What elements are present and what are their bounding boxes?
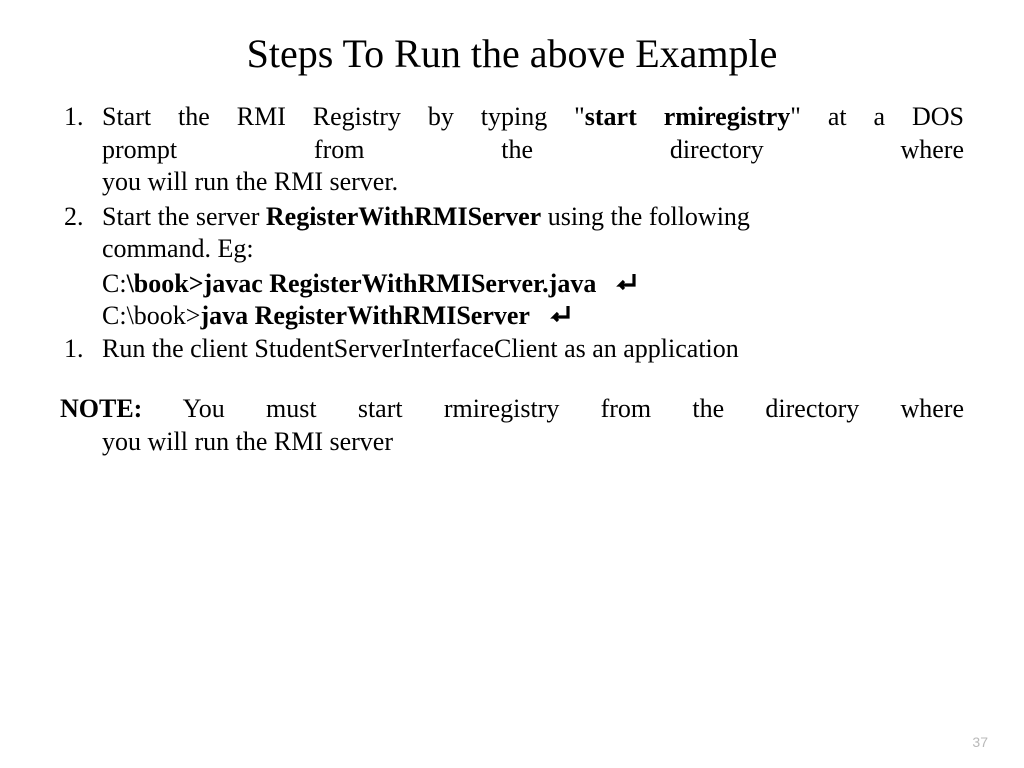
line: prompt from the directory where bbox=[102, 134, 964, 167]
list-number: 1. bbox=[60, 101, 102, 199]
text: Start the server bbox=[102, 202, 266, 231]
command-text: C:\book>java RegisterWithRMIServer bbox=[102, 300, 530, 333]
list-item-3: 1. Run the client StudentServerInterface… bbox=[60, 333, 964, 366]
list-body: Start the RMI Registry by typing "start … bbox=[102, 101, 964, 199]
slide-content: 1. Start the RMI Registry by typing "sta… bbox=[60, 101, 964, 458]
note-block: NOTE: You must start rmiregistry from th… bbox=[60, 393, 964, 458]
note-line: NOTE: You must start rmiregistry from th… bbox=[60, 393, 964, 426]
enter-key-icon bbox=[612, 270, 640, 298]
command-line-2: C:\book>java RegisterWithRMIServer bbox=[102, 300, 964, 333]
command-line-1: C:\book>javac RegisterWithRMIServer.java bbox=[102, 268, 964, 301]
note-line: you will run the RMI server bbox=[102, 426, 964, 459]
command: java RegisterWithRMIServer bbox=[200, 301, 529, 330]
list-item-2: 2. Start the server RegisterWithRMIServe… bbox=[60, 201, 964, 266]
list-number: 1. bbox=[60, 333, 102, 366]
line: Start the RMI Registry by typing "start … bbox=[102, 101, 964, 134]
text: Start the RMI Registry by typing " bbox=[102, 102, 585, 131]
list-item-1: 1. Start the RMI Registry by typing "sta… bbox=[60, 101, 964, 199]
command-text: start rmiregistry bbox=[585, 102, 790, 131]
line: you will run the RMI server. bbox=[102, 166, 964, 199]
text: " at a DOS bbox=[790, 102, 964, 131]
class-name: RegisterWithRMIServer bbox=[266, 202, 541, 231]
list-body: Run the client StudentServerInterfaceCli… bbox=[102, 333, 964, 366]
command-text: C:\book>javac RegisterWithRMIServer.java bbox=[102, 268, 596, 301]
slide-title: Steps To Run the above Example bbox=[60, 30, 964, 77]
note-label: NOTE: bbox=[60, 394, 142, 423]
note-text: You must start rmiregistry from the dire… bbox=[142, 394, 964, 423]
enter-key-icon bbox=[546, 302, 574, 330]
prompt: C: bbox=[102, 269, 127, 298]
line: command. Eg: bbox=[102, 233, 964, 266]
prompt: C:\book> bbox=[102, 301, 200, 330]
command: \book>javac RegisterWithRMIServer.java bbox=[127, 269, 597, 298]
page-number: 37 bbox=[972, 734, 988, 750]
line: Start the server RegisterWithRMIServer u… bbox=[102, 201, 964, 234]
list-number: 2. bbox=[60, 201, 102, 266]
text: using the following bbox=[541, 202, 750, 231]
slide: Steps To Run the above Example 1. Start … bbox=[0, 0, 1024, 458]
list-body: Start the server RegisterWithRMIServer u… bbox=[102, 201, 964, 266]
